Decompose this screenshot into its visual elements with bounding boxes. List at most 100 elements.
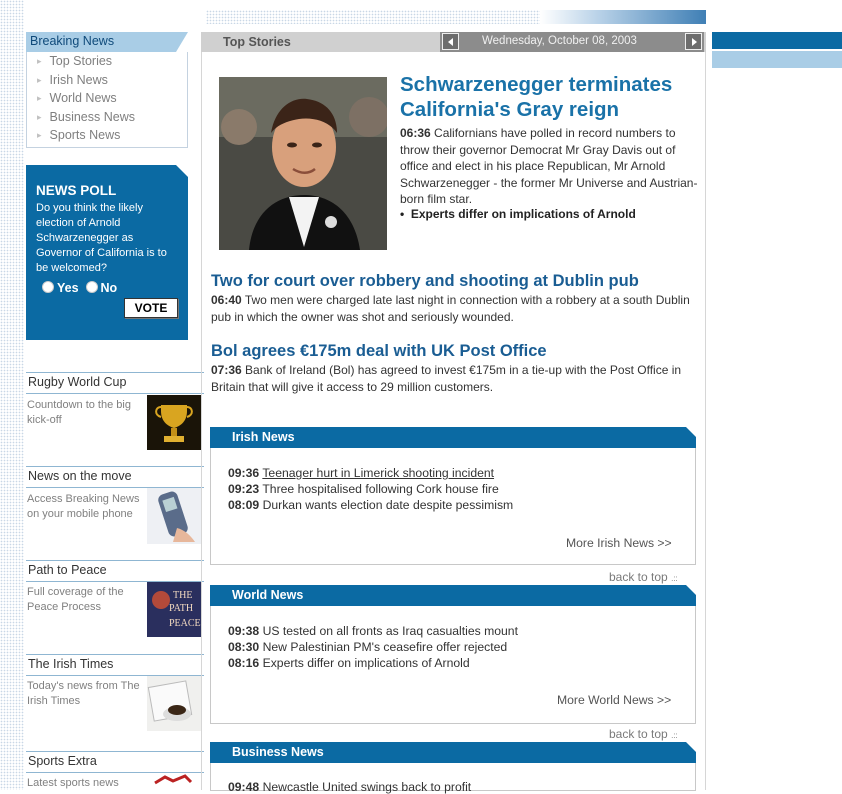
item-time: 09:38 bbox=[228, 624, 260, 638]
list-item[interactable]: 08:16 Experts differ on implications of … bbox=[228, 656, 470, 670]
business-news-header: Business News bbox=[210, 742, 696, 763]
story-time: 06:40 bbox=[211, 293, 242, 307]
section-title: Business News bbox=[232, 745, 324, 759]
next-date-button[interactable] bbox=[685, 33, 702, 50]
nav-business-news[interactable]: ▸ Business News bbox=[37, 110, 135, 124]
bullet-icon: ▸ bbox=[37, 93, 42, 103]
item-text: Newcastle United swings back to profit bbox=[262, 780, 472, 794]
promo-title-peace[interactable]: Path to Peace bbox=[26, 560, 204, 582]
promo-text-irish-times[interactable]: Today's news from The Irish Times bbox=[27, 679, 145, 709]
yes-label: Yes bbox=[57, 281, 79, 295]
back-to-top-link[interactable]: back to top .:: bbox=[609, 570, 678, 584]
section-tab-corner bbox=[686, 742, 696, 752]
item-text: Experts differ on implications of Arnold bbox=[262, 656, 470, 670]
bullet-icon: ▸ bbox=[37, 75, 42, 85]
story-headline[interactable]: Bol agrees €175m deal with UK Post Offic… bbox=[211, 342, 547, 361]
nav-sports-news[interactable]: ▸ Sports News bbox=[37, 128, 120, 142]
story-body: 07:36 Bank of Ireland (Bol) has agreed t… bbox=[211, 362, 691, 395]
no-radio[interactable] bbox=[85, 281, 98, 293]
peace-img-text-1: THE bbox=[173, 590, 192, 601]
list-item[interactable]: 09:36 Teenager hurt in Limerick shooting… bbox=[228, 466, 494, 480]
promo-title-sports[interactable]: Sports Extra bbox=[26, 751, 204, 773]
nav-top-stories[interactable]: ▸ Top Stories bbox=[37, 54, 112, 68]
story-body: 06:40 Two men were charged late last nig… bbox=[211, 292, 691, 325]
sports-icon[interactable] bbox=[147, 773, 201, 790]
item-text: US tested on all fronts as Iraq casualti… bbox=[262, 624, 518, 638]
story-text: Bank of Ireland (Bol) has agreed to inve… bbox=[211, 363, 682, 394]
nav-label: Sports News bbox=[49, 128, 121, 142]
top-stories-label: Top Stories bbox=[223, 35, 291, 49]
item-time: 09:36 bbox=[228, 466, 260, 480]
related-link-text: Experts differ on implications of Arnold bbox=[410, 207, 636, 221]
vote-button[interactable]: VOTE bbox=[124, 298, 178, 318]
section-tab-corner bbox=[686, 427, 696, 437]
bullet-icon: ▸ bbox=[37, 112, 42, 122]
yes-radio[interactable] bbox=[42, 281, 54, 293]
promo-text-mobile[interactable]: Access Breaking News on your mobile phon… bbox=[27, 492, 145, 522]
story-headline[interactable]: Two for court over robbery and shooting … bbox=[211, 272, 639, 291]
section-tab-corner bbox=[686, 585, 696, 595]
peace-img-text-3: PEACE bbox=[169, 618, 201, 629]
back-to-top-link[interactable]: back to top .:: bbox=[609, 727, 678, 741]
lead-story-related[interactable]: • Experts differ on implications of Arno… bbox=[400, 207, 700, 221]
nav-label: World News bbox=[49, 91, 117, 105]
list-item[interactable]: 09:23 Three hospitalised following Cork … bbox=[228, 482, 499, 496]
promo-text-sports[interactable]: Latest sports news bbox=[27, 776, 145, 791]
item-text: Three hospitalised following Cork house … bbox=[262, 482, 499, 496]
more-irish-news-link[interactable]: More Irish News >> bbox=[566, 536, 672, 550]
item-text: Teenager hurt in Limerick shooting incid… bbox=[262, 466, 495, 480]
chevron-left-icon bbox=[448, 38, 453, 46]
nav-irish-news[interactable]: ▸ Irish News bbox=[37, 73, 108, 87]
poll-title: NEWS POLL bbox=[36, 183, 117, 198]
lead-story-photo[interactable] bbox=[219, 77, 387, 250]
dots-icon: .:: bbox=[671, 731, 678, 740]
nav-world-news[interactable]: ▸ World News bbox=[37, 91, 117, 105]
promo-title-irish-times[interactable]: The Irish Times bbox=[26, 654, 204, 676]
item-time: 08:30 bbox=[228, 640, 260, 654]
lead-story-body: 06:36 Californians have polled in record… bbox=[400, 125, 700, 208]
lead-story-text: Californians have polled in record numbe… bbox=[400, 126, 698, 206]
coffee-newspaper-icon[interactable] bbox=[147, 676, 201, 731]
trophy-icon[interactable] bbox=[147, 395, 201, 450]
item-time: 09:48 bbox=[228, 780, 260, 794]
right-light-bar bbox=[712, 51, 842, 68]
item-text: Durkan wants election date despite pessi… bbox=[262, 498, 514, 512]
list-item[interactable]: 08:30 New Palestinian PM's ceasefire off… bbox=[228, 640, 507, 654]
story-time: 07:36 bbox=[211, 363, 242, 377]
nav-label: Irish News bbox=[49, 73, 108, 87]
lead-story-headline[interactable]: Schwarzenegger terminates California's G… bbox=[400, 72, 700, 122]
breaking-news-title: Breaking News bbox=[30, 34, 115, 48]
poll-tab-corner bbox=[176, 165, 188, 177]
path-to-peace-image[interactable]: THE PATH PEACE bbox=[147, 582, 201, 637]
news-poll: NEWS POLL Do you think the likely electi… bbox=[26, 165, 188, 340]
story-text: Two men were charged late last night in … bbox=[211, 293, 690, 324]
breaking-news-header: Breaking News bbox=[26, 32, 188, 52]
promo-text-peace[interactable]: Full coverage of the Peace Process bbox=[27, 585, 145, 615]
breaking-news-tab-corner bbox=[176, 32, 188, 52]
chevron-right-icon bbox=[692, 38, 697, 46]
item-text: New Palestinian PM's ceasefire offer rej… bbox=[262, 640, 508, 654]
promo-title-mobile[interactable]: News on the move bbox=[26, 466, 204, 488]
breaking-news-nav: ▸ Top Stories ▸ Irish News ▸ World News ▸ Bu… bbox=[26, 52, 188, 148]
item-time: 08:16 bbox=[228, 656, 260, 670]
promo-title-rugby[interactable]: Rugby World Cup bbox=[26, 372, 204, 394]
previous-date-button[interactable] bbox=[442, 33, 459, 50]
item-time: 09:23 bbox=[228, 482, 260, 496]
section-title: World News bbox=[232, 588, 304, 602]
list-item[interactable]: 09:38 US tested on all fronts as Iraq ca… bbox=[228, 624, 518, 638]
nav-label: Top Stories bbox=[49, 54, 113, 68]
bullet-icon: • bbox=[400, 207, 411, 221]
promo-text-rugby[interactable]: Countdown to the big kick-off bbox=[27, 398, 145, 428]
more-world-news-link[interactable]: More World News >> bbox=[557, 693, 671, 707]
back-to-top-label: back to top bbox=[609, 570, 668, 584]
list-item[interactable]: 09:48 Newcastle United swings back to pr… bbox=[228, 780, 471, 794]
item-time: 08:09 bbox=[228, 498, 260, 512]
top-banner-wave bbox=[540, 10, 706, 24]
left-dotted-border bbox=[0, 0, 24, 790]
mobile-phone-icon[interactable] bbox=[147, 488, 201, 544]
dots-icon: .:: bbox=[671, 574, 678, 583]
irish-news-header: Irish News bbox=[210, 427, 696, 448]
lead-story-time: 06:36 bbox=[400, 126, 431, 140]
list-item[interactable]: 08:09 Durkan wants election date despite… bbox=[228, 498, 513, 512]
nav-label: Business News bbox=[49, 110, 135, 124]
